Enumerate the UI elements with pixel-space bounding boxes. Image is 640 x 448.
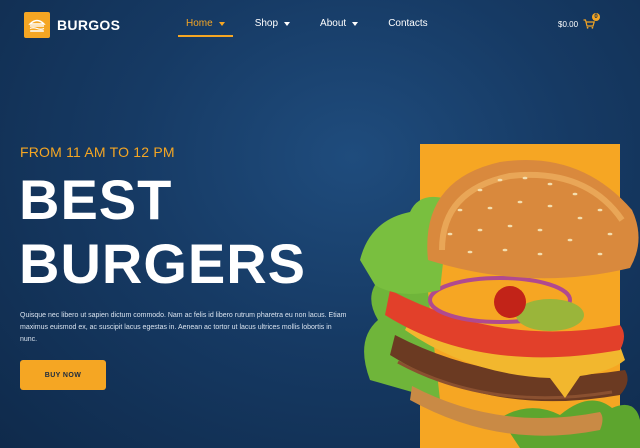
main-nav: Home Shop About Contacts (178, 18, 458, 37)
cart-count-badge: 0 (592, 13, 601, 21)
chevron-down-icon (218, 21, 225, 26)
burger-image (360, 160, 640, 448)
headline-line-1: BEST (19, 168, 173, 231)
site-header: BURGOS Home Shop About Contacts $0.00 0 (0, 0, 640, 52)
cart[interactable]: $0.00 0 (558, 13, 601, 29)
brand-name: BURGOS (57, 17, 121, 33)
chevron-down-icon (284, 21, 291, 26)
nav-about-label: About (320, 18, 347, 29)
nav-contacts-label: Contacts (388, 18, 428, 29)
chevron-down-icon (352, 21, 359, 26)
cart-total: $0.00 (558, 19, 579, 29)
opening-hours: FROM 11 AM TO 12 PM (20, 144, 175, 160)
burger-logo-icon (24, 12, 50, 38)
hero-description: Quisque nec libero ut sapien dictum comm… (20, 312, 347, 343)
hero-headline: BEST BURGERS (19, 168, 306, 296)
nav-shop[interactable]: Shop (254, 18, 291, 29)
cart-icon: 0 (583, 13, 601, 29)
logo[interactable]: BURGOS (24, 12, 120, 38)
headline-line-2: BURGERS (19, 232, 307, 295)
nav-home[interactable]: Home (178, 18, 233, 37)
nav-shop-label: Shop (254, 18, 279, 29)
nav-contacts[interactable]: Contacts (388, 18, 427, 29)
nav-about[interactable]: About (320, 18, 359, 29)
buy-now-button[interactable]: BUY NOW (20, 360, 106, 390)
nav-home-label: Home (186, 18, 213, 29)
